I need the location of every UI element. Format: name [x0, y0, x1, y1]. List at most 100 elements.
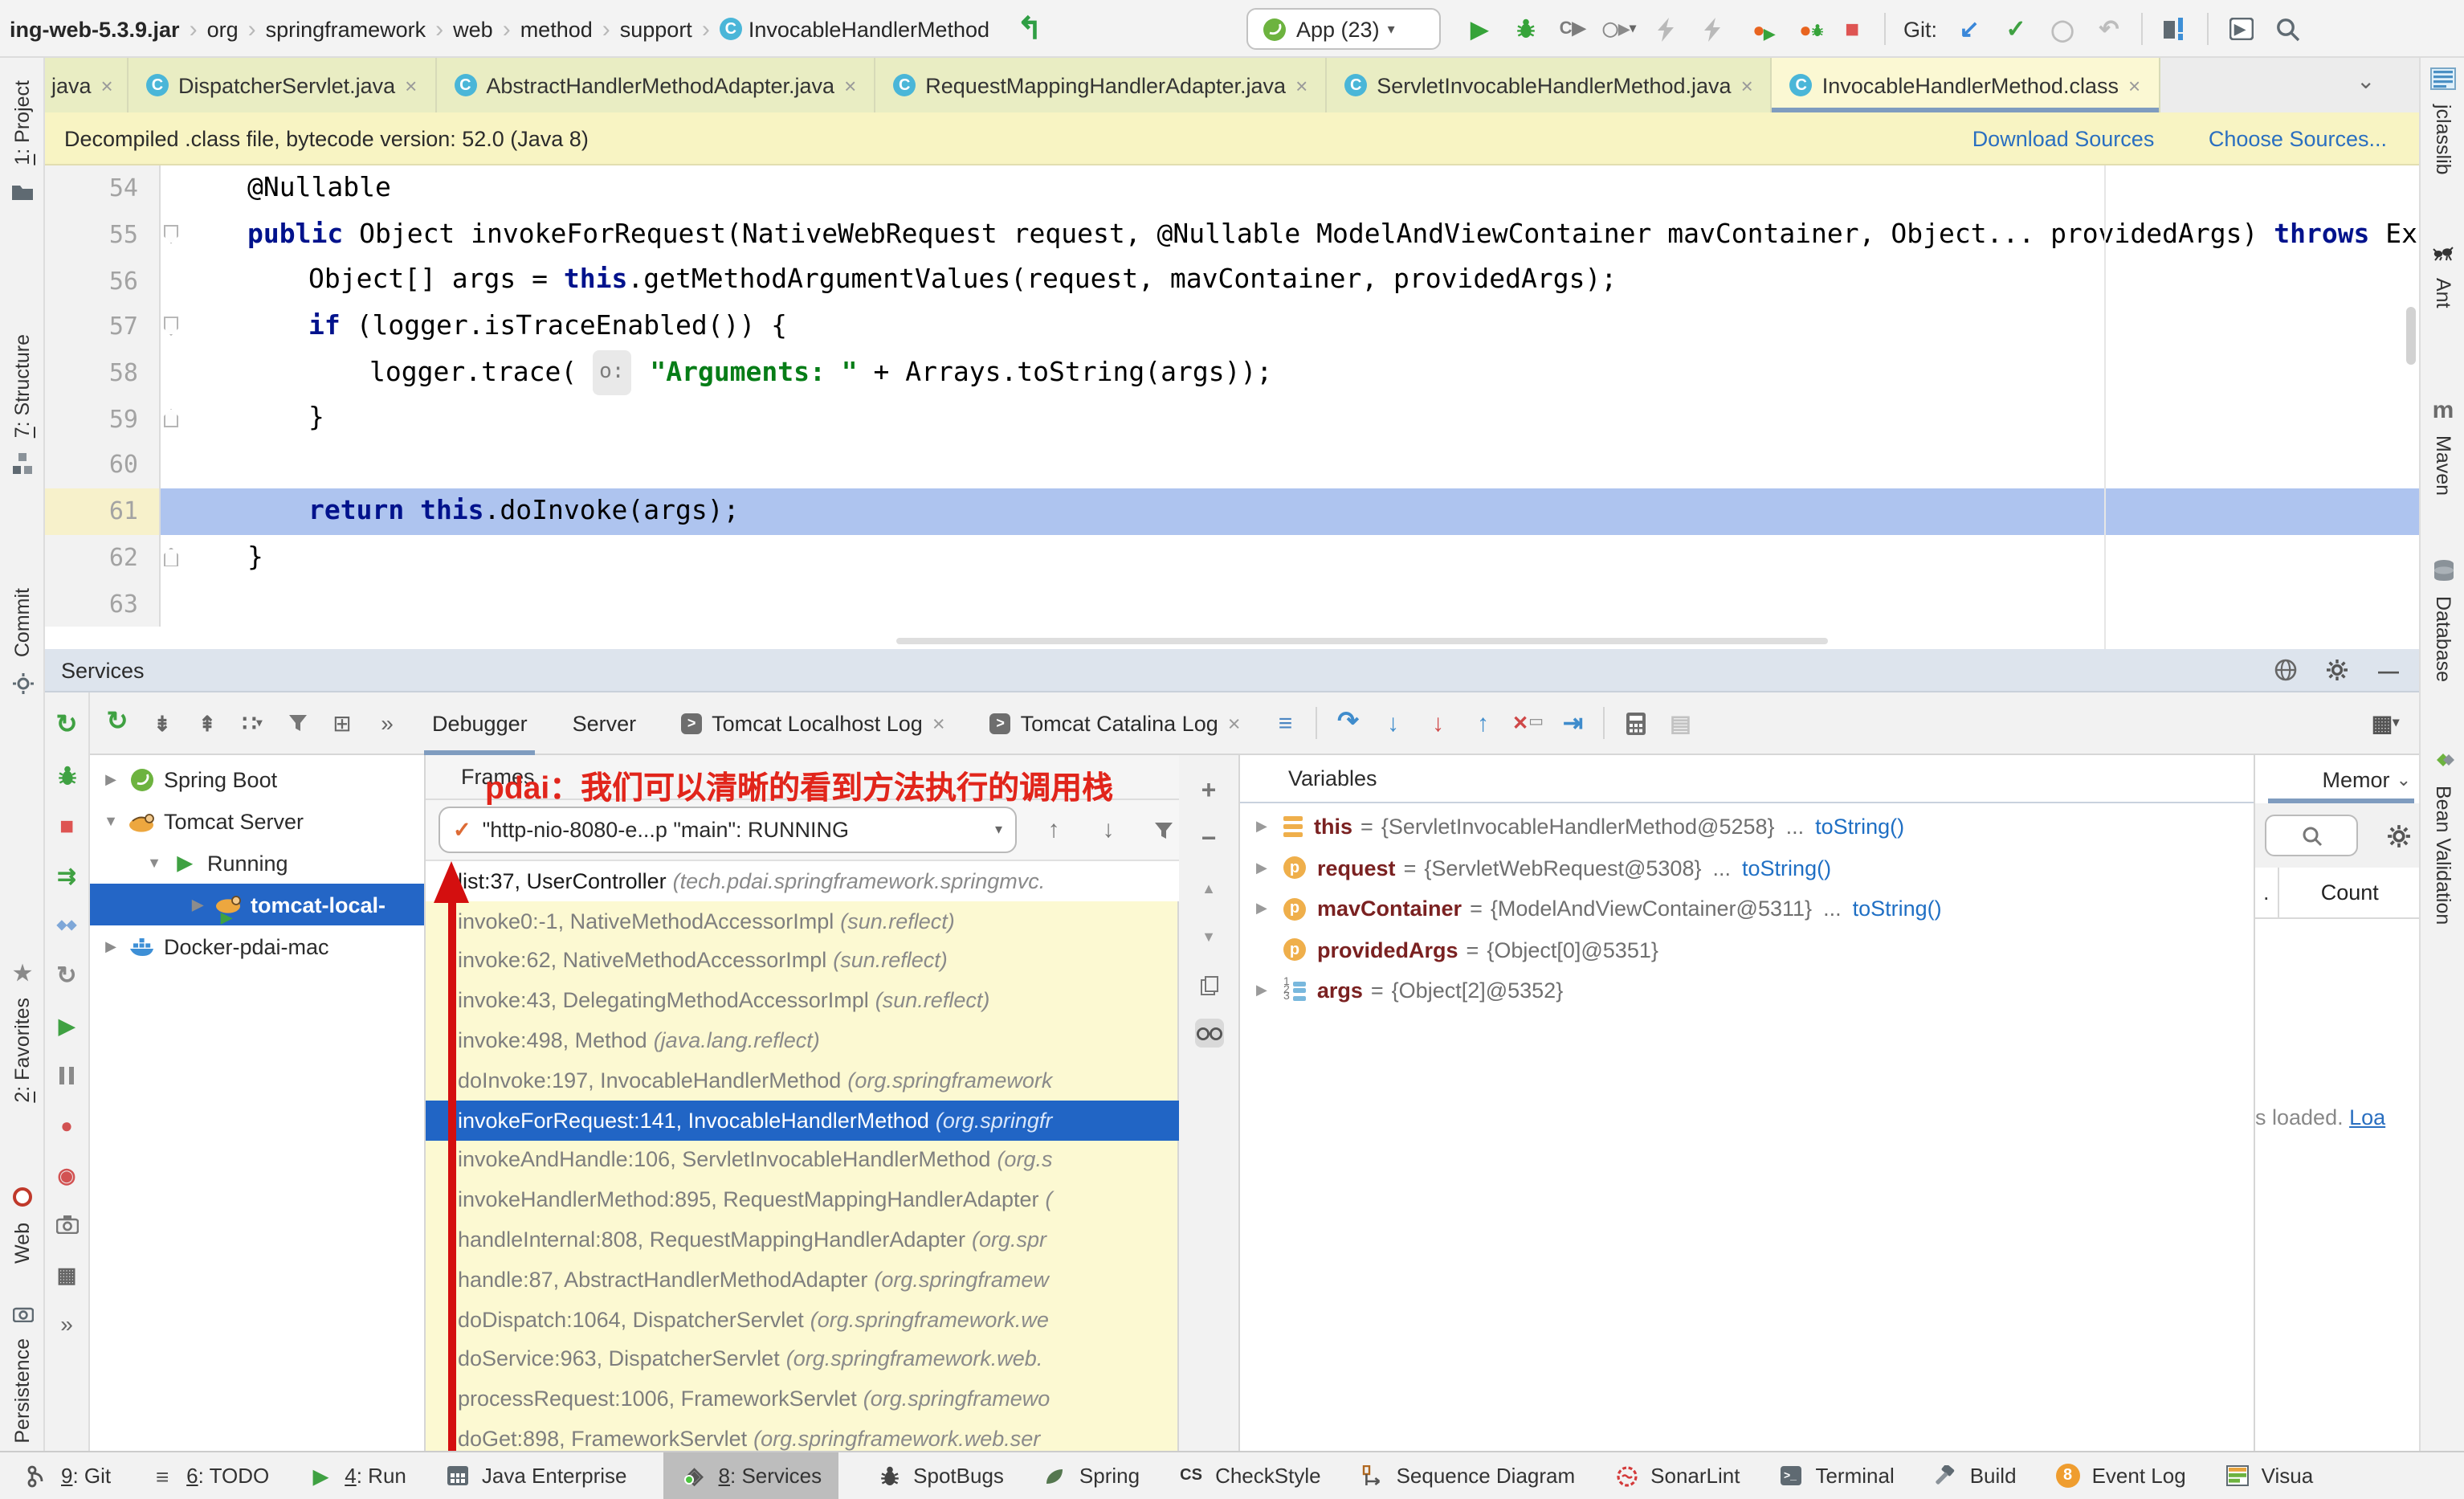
statusbar-item[interactable]: >_Terminal [1777, 1452, 1894, 1499]
editor-tab[interactable]: CRequestMappingHandlerAdapter.java× [875, 58, 1327, 112]
view-breakpoints-icon[interactable]: ◉ [52, 1160, 81, 1189]
fold-marker-icon[interactable] [164, 547, 178, 566]
breadcrumb-item[interactable]: method [520, 17, 593, 41]
project-structure-icon[interactable] [2160, 14, 2189, 43]
debug-tab[interactable]: >Tomcat Localhost Log× [667, 692, 959, 754]
memory-search-input[interactable] [2265, 815, 2358, 856]
memory-load-link[interactable]: Loa [2349, 1105, 2385, 1129]
editor-tab[interactable]: CInvocableHandlerMethod.class× [1773, 58, 2160, 112]
pause-icon[interactable] [52, 1060, 81, 1089]
variable-row[interactable]: ▶pmavContainer={ModelAndViewContainer@53… [1240, 888, 2254, 929]
move-down-icon[interactable]: ▼ [1194, 922, 1223, 951]
filter-icon[interactable] [283, 709, 312, 737]
stack-frame-row[interactable]: invokeForRequest:141, InvocableHandlerMe… [426, 1101, 1179, 1141]
close-icon[interactable]: × [1741, 73, 1753, 97]
code-line[interactable]: 58logger.trace( o: "Arguments: " + Array… [45, 350, 2419, 396]
toolwindow-button[interactable]: Ant [2421, 238, 2464, 308]
close-icon[interactable]: × [1295, 73, 1307, 97]
expand-arrow-icon[interactable]: ▼ [103, 813, 119, 829]
fold-marker-icon[interactable] [164, 317, 178, 336]
variables-list[interactable]: ▶this={ServletInvocableHandlerMethod@525… [1240, 807, 2254, 1011]
code-line[interactable]: 62} [45, 534, 2419, 580]
evaluate-expression-icon[interactable] [1622, 709, 1650, 737]
collapse-arrow-icon[interactable]: ▶ [103, 937, 119, 955]
stack-frame-row[interactable]: doService:963, DispatcherServlet(org.spr… [426, 1339, 1179, 1379]
breadcrumb-item[interactable]: support [620, 17, 692, 41]
run-configuration-select[interactable]: App (23) ▾ [1246, 8, 1441, 50]
stack-frame-row[interactable]: doInvoke:197, InvocableHandlerMethod(org… [426, 1060, 1179, 1101]
choose-sources-link[interactable]: Choose Sources... [2209, 126, 2387, 150]
breadcrumb-item[interactable]: org [207, 17, 239, 41]
profiler-icon[interactable]: ◯▶▾ [1605, 14, 1634, 43]
console-grid-icon[interactable]: ▦ [52, 1260, 81, 1289]
debug-tab[interactable]: Server [558, 692, 651, 754]
frame-up-icon[interactable]: ↑ [1039, 815, 1068, 844]
memory-count-column[interactable]: Count [2279, 880, 2421, 905]
run-icon[interactable]: ▶ [1465, 14, 1494, 43]
search-icon[interactable] [2273, 14, 2302, 43]
code-line[interactable]: 54@Nullable [45, 165, 2419, 211]
stack-frame-row[interactable]: invoke:43, DelegatingMethodAccessorImpl(… [426, 981, 1179, 1021]
more-chevrons-icon[interactable]: » [52, 1309, 81, 1338]
memory-settings-gear-icon[interactable] [2387, 823, 2411, 848]
variable-row[interactable]: ▶this={ServletInvocableHandlerMethod@525… [1240, 807, 2254, 848]
debug-restart-icon[interactable] [52, 762, 81, 790]
code-line[interactable]: 60 [45, 442, 2419, 488]
close-icon[interactable]: × [844, 73, 856, 97]
zap-run-icon[interactable] [1651, 14, 1680, 43]
editor-tab[interactable]: CServletInvocableHandlerMethod.java× [1327, 58, 1772, 112]
toolwindow-button[interactable]: Database [2421, 556, 2464, 682]
memory-tab[interactable]: Memor ⌄ [2255, 755, 2421, 803]
collapse-all-icon[interactable]: ⇞ [193, 709, 222, 737]
stack-frame-row[interactable]: invokeHandlerMethod:895, RequestMappingH… [426, 1180, 1179, 1220]
code-line[interactable]: 61return this.doInvoke(args); [45, 488, 2419, 534]
fold-marker-icon[interactable] [164, 224, 178, 243]
zap-debug-icon[interactable] [1698, 14, 1727, 43]
stack-frame-row[interactable]: invokeAndHandle:106, ServletInvocableHan… [426, 1140, 1179, 1180]
breadcrumb-item[interactable]: web [453, 17, 493, 41]
step-over-icon[interactable]: ↷ [1334, 709, 1363, 737]
statusbar-item[interactable]: Java Enterprise [443, 1452, 627, 1499]
statusbar-item[interactable]: Spring [1041, 1452, 1140, 1499]
resume-icon[interactable]: ▶ [52, 1011, 81, 1039]
breadcrumb-item[interactable]: springframework [266, 17, 426, 41]
remove-watch-icon[interactable]: − [1194, 826, 1223, 855]
copy-frame-icon[interactable] [1194, 970, 1223, 999]
close-icon[interactable]: × [1228, 711, 1241, 735]
run-with-coverage-icon[interactable]: C▶ [1558, 14, 1587, 43]
statusbar-item[interactable]: Visua [2223, 1452, 2314, 1499]
globe-icon[interactable] [2271, 656, 2300, 684]
rerun-icon[interactable]: ↻ [52, 712, 81, 741]
rerun-green-icon[interactable]: ↻ [103, 709, 132, 737]
editor-tab[interactable]: CDispatcherServlet.java× [129, 58, 436, 112]
back-arrow-icon[interactable]: ↰ [1015, 14, 1044, 43]
statusbar-item[interactable]: ◈8: Services [664, 1452, 838, 1499]
mute-breakpoints-icon[interactable]: ● [52, 1110, 81, 1139]
git-rollback-icon[interactable]: ↶ [2095, 14, 2123, 43]
force-step-into-icon[interactable]: ↓ [1424, 709, 1453, 737]
toolwindow-button[interactable]: ★2: Favorites [0, 958, 45, 1103]
soft-wrap-icon[interactable]: ≡ [1271, 709, 1300, 737]
statusbar-item[interactable]: Build [1932, 1452, 2017, 1499]
horizontal-scrollbar[interactable] [896, 638, 1828, 644]
close-icon[interactable]: × [2128, 73, 2140, 97]
thread-dump-icon[interactable] [52, 1210, 81, 1239]
statusbar-item[interactable]: 9: Git [22, 1452, 111, 1499]
tree-item[interactable]: ▼Tomcat Server [90, 800, 424, 842]
variable-row[interactable]: pprovidedArgs={Object[0]@5351} [1240, 929, 2254, 970]
statusbar-item[interactable]: Sequence Diagram [1358, 1452, 1576, 1499]
toolwindow-button[interactable]: Bean Validation [2421, 745, 2464, 925]
toolwindow-button[interactable]: Persistence [0, 1298, 45, 1444]
toolwindow-button[interactable]: mMaven [2421, 395, 2464, 496]
tree-item[interactable]: ▶Docker-pdai-mac [90, 925, 424, 967]
group-by-icon[interactable]: ∷▾ [238, 709, 267, 737]
debug-tab[interactable]: >Tomcat Catalina Log× [976, 692, 1255, 754]
hide-icon[interactable]: — [2374, 656, 2403, 684]
collapse-arrow-icon[interactable]: ▶ [190, 896, 206, 913]
toolwindow-button[interactable]: jclasslib [2421, 64, 2464, 175]
memory-dot-column[interactable]: . [2255, 868, 2279, 917]
tostring-link[interactable]: toString() [1815, 815, 1904, 839]
editor-tab[interactable]: java× [45, 58, 129, 112]
expand-arrow-icon[interactable]: ▼ [146, 855, 162, 871]
stack-frame-row[interactable]: invoke:498, Method(java.lang.reflect) [426, 1020, 1179, 1060]
